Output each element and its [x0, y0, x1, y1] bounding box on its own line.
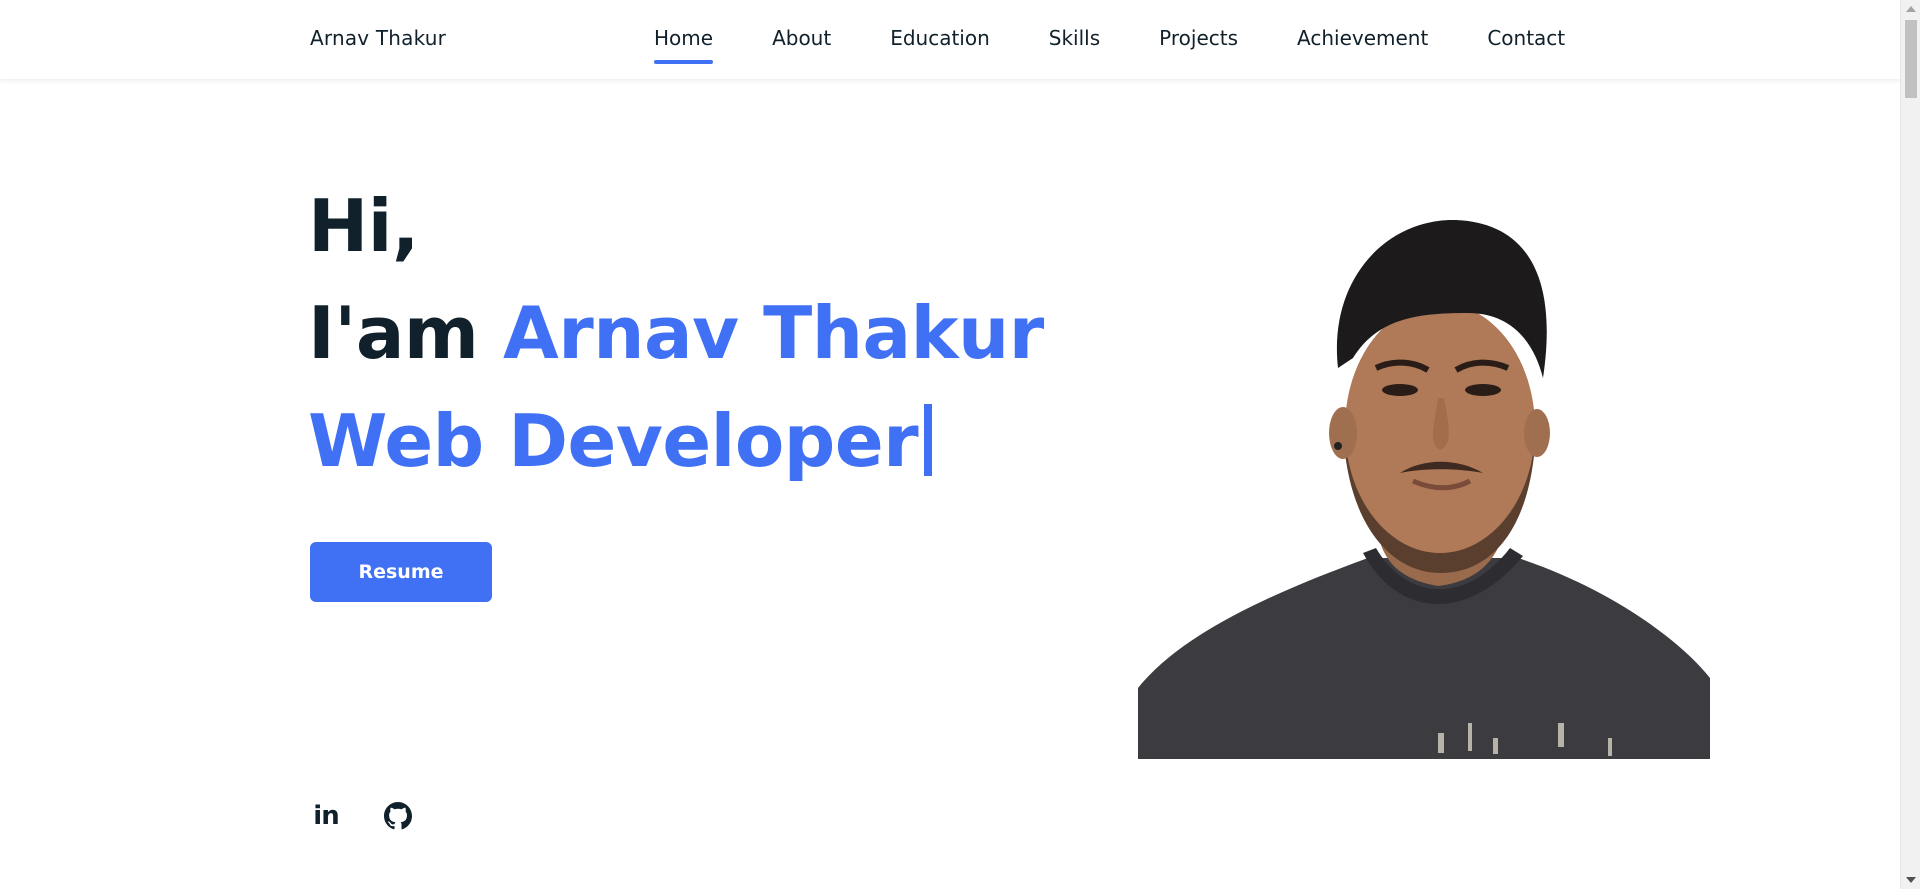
hero-greeting: Hi,	[308, 184, 419, 268]
page-scrollbar[interactable]	[1900, 0, 1920, 889]
resume-button[interactable]: Resume	[310, 542, 492, 602]
logo[interactable]: Arnav Thakur	[310, 26, 446, 50]
nav-contact[interactable]: Contact	[1487, 26, 1565, 50]
scroll-up-icon[interactable]	[1906, 6, 1916, 12]
profile-photo	[1138, 218, 1710, 759]
hero-intro: I'am	[308, 291, 479, 375]
scrollbar-thumb[interactable]	[1905, 20, 1917, 98]
hero-name: Arnav Thakur	[503, 291, 1044, 375]
typing-cursor	[924, 404, 933, 476]
hero-intro-line: I'am Arnav Thakur	[308, 297, 1044, 369]
scroll-down-icon[interactable]	[1906, 877, 1916, 883]
nav-projects[interactable]: Projects	[1159, 26, 1238, 50]
nav-skills[interactable]: Skills	[1049, 26, 1100, 50]
nav-education[interactable]: Education	[890, 26, 990, 50]
github-link[interactable]	[384, 802, 412, 830]
main-nav: Home About Education Skills Projects Ach…	[654, 26, 1565, 64]
page: Arnav Thakur Home About Education Skills…	[0, 0, 1900, 889]
hero-role-line: Web Developer	[308, 404, 933, 477]
profile-photo-illustration	[1138, 219, 1710, 759]
nav-home[interactable]: Home	[654, 26, 714, 64]
linkedin-icon: in	[313, 801, 339, 831]
nav-achievement[interactable]: Achievement	[1297, 26, 1428, 50]
github-icon	[384, 802, 412, 830]
site-header: Arnav Thakur Home About Education Skills…	[0, 0, 1900, 79]
nav-about[interactable]: About	[772, 26, 831, 50]
linkedin-link[interactable]: in	[312, 801, 340, 831]
social-links: in	[312, 801, 412, 831]
hero-role: Web Developer	[308, 399, 919, 483]
